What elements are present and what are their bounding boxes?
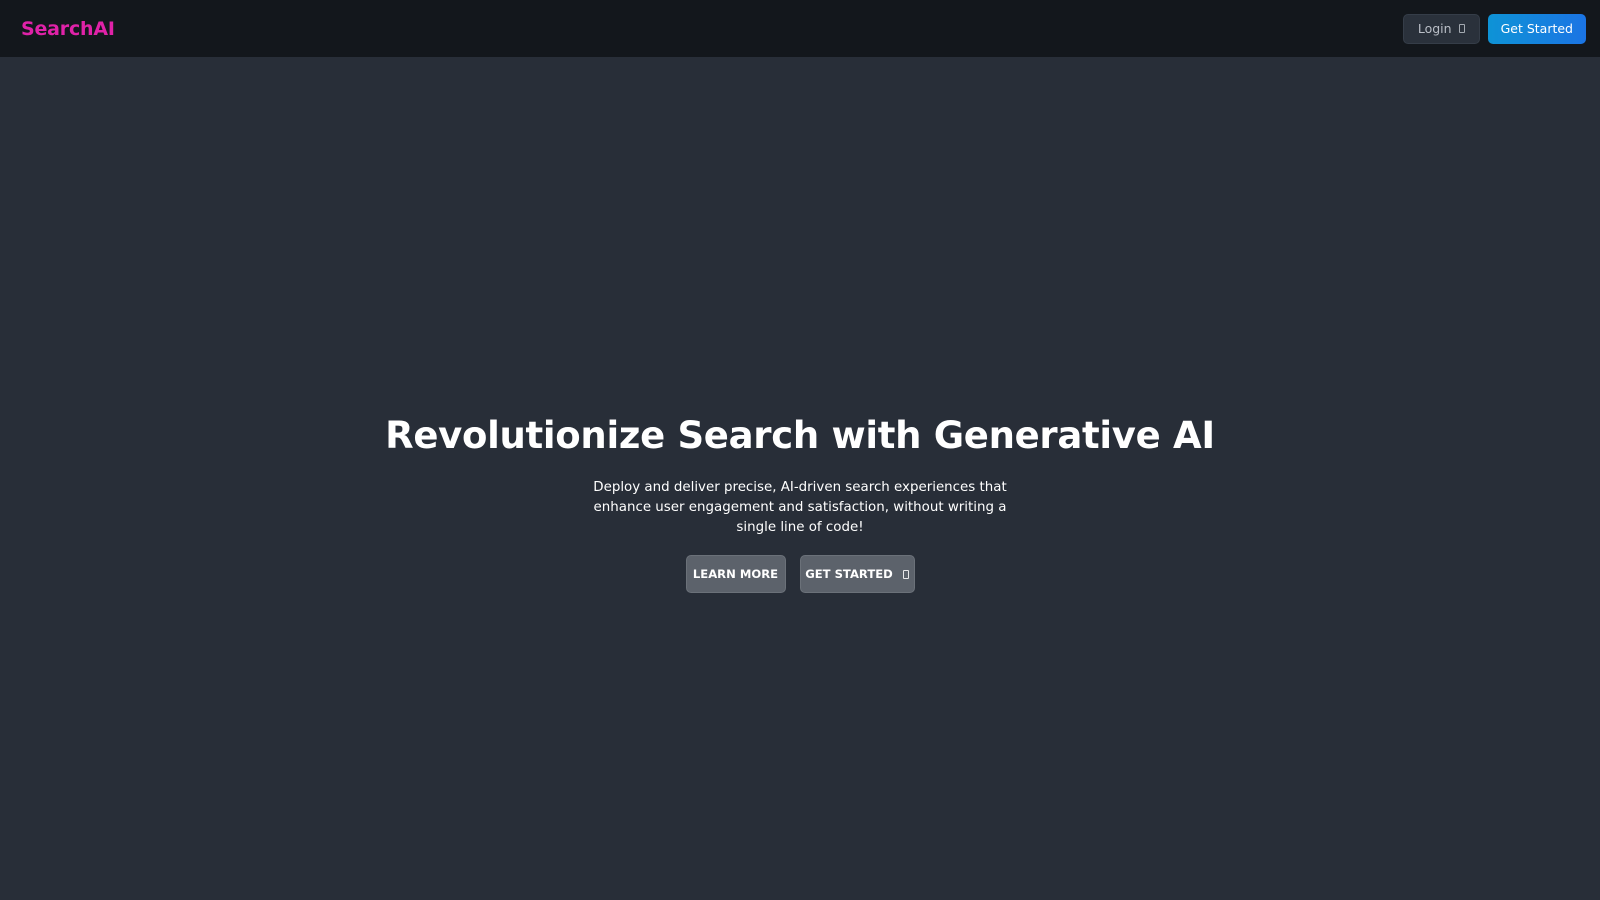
brand-logo[interactable]: SearchAI (21, 18, 115, 40)
login-button[interactable]: Login (1402, 13, 1480, 44)
arrow-icon (902, 569, 909, 579)
nav-actions: Login Get Started (1402, 13, 1586, 44)
hero-section: Revolutionize Search with Generative AI … (0, 57, 1600, 900)
login-icon (1458, 24, 1465, 33)
learn-more-label: LEARN MORE (692, 567, 779, 581)
hero-title: Revolutionize Search with Generative AI (385, 414, 1215, 457)
nav-get-started-button[interactable]: Get Started (1487, 13, 1586, 44)
hero-buttons: LEARN MORE GET STARTED (0, 555, 1600, 593)
hero-get-started-label: GET STARTED (805, 567, 893, 581)
hero-get-started-button[interactable]: GET STARTED (799, 555, 915, 593)
navbar: SearchAI Login Get Started (0, 0, 1600, 57)
login-label: Login (1417, 21, 1452, 36)
nav-get-started-label: Get Started (1500, 21, 1573, 36)
hero-subtitle: Deploy and deliver precise, AI-driven se… (593, 480, 1007, 535)
learn-more-button[interactable]: LEARN MORE (685, 555, 786, 593)
